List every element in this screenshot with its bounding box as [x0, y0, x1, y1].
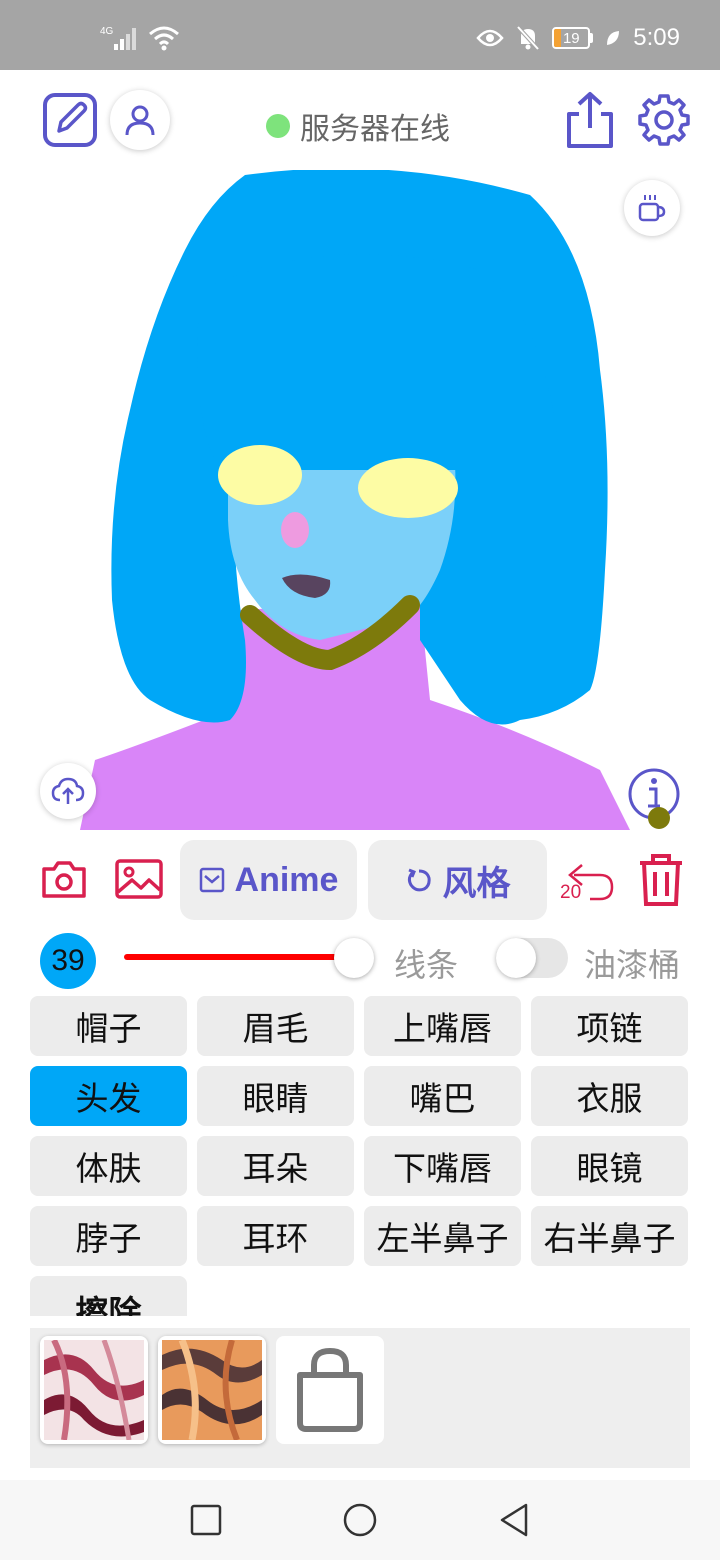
recents-button[interactable]	[186, 1500, 226, 1540]
camera-icon	[42, 861, 86, 898]
part-button[interactable]: 擦除	[30, 1276, 187, 1316]
part-button[interactable]: 脖子	[30, 1206, 187, 1266]
square-icon	[190, 1504, 222, 1536]
part-button[interactable]: 眉毛	[197, 996, 354, 1056]
coffee-icon	[638, 195, 666, 222]
part-button[interactable]: 眼睛	[197, 1066, 354, 1126]
edit-button[interactable]	[40, 90, 100, 150]
camera-button[interactable]	[38, 854, 90, 904]
user-icon	[125, 105, 155, 136]
part-button[interactable]: 头发	[30, 1066, 187, 1126]
part-button[interactable]: 左半鼻子	[364, 1206, 521, 1266]
status-time: 5:09	[633, 24, 680, 51]
part-button[interactable]: 帽子	[30, 996, 187, 1056]
part-button[interactable]: 下嘴唇	[364, 1136, 521, 1196]
profile-button[interactable]	[110, 90, 170, 150]
battery-indicator: 19	[552, 27, 594, 49]
drawing-cheek	[281, 512, 309, 548]
circle-icon	[343, 1503, 377, 1537]
model-select-button[interactable]: Anime	[180, 840, 357, 920]
triangle-back-icon	[500, 1503, 528, 1537]
status-left: 4G	[100, 24, 180, 52]
eye-icon	[476, 29, 504, 47]
wifi-icon	[149, 26, 179, 51]
network-type-label: 4G	[100, 26, 114, 37]
part-button[interactable]: 眼镜	[531, 1136, 688, 1196]
battery-level: 19	[562, 29, 580, 47]
shopping-bag-icon	[297, 1347, 363, 1432]
back-button[interactable]	[494, 1500, 534, 1540]
style-thumbnails	[30, 1328, 690, 1468]
tool-row: Anime 风格 20	[0, 838, 720, 922]
status-right: 19 5:09	[476, 24, 680, 52]
part-button[interactable]: 项链	[531, 996, 688, 1056]
cursor-dot	[648, 807, 670, 829]
top-toolbar: 服务器在线	[0, 70, 720, 170]
undo-count: 20	[560, 882, 582, 903]
part-button[interactable]: 嘴巴	[364, 1066, 521, 1126]
store-button[interactable]	[276, 1336, 384, 1444]
image-icon	[115, 859, 163, 899]
edit-icon	[43, 93, 97, 147]
settings-button[interactable]	[634, 90, 694, 150]
server-status-label: 服务器在线	[300, 112, 450, 147]
line-mode-label: 线条	[394, 946, 459, 984]
part-button[interactable]: 上嘴唇	[364, 996, 521, 1056]
brush-size-badge: 39	[40, 933, 96, 989]
share-button[interactable]	[564, 88, 616, 152]
share-icon	[567, 92, 613, 148]
brush-size-track[interactable]	[124, 954, 354, 960]
style-thumbnail-2-image	[162, 1340, 262, 1440]
trash-icon	[640, 854, 682, 906]
model-label: Anime	[234, 860, 339, 899]
rotate-icon	[407, 868, 431, 892]
style-thumbnail-1[interactable]	[40, 1336, 148, 1444]
upload-button[interactable]	[40, 763, 96, 819]
toggle-knob	[496, 938, 536, 978]
paint-bucket-toggle[interactable]	[496, 938, 568, 978]
style-thumbnail-1-image	[44, 1340, 144, 1440]
gear-icon	[638, 94, 690, 146]
delete-button[interactable]	[634, 850, 688, 910]
brush-settings: 39 线条 油漆桶	[0, 928, 720, 992]
email-icon	[199, 867, 224, 893]
part-button[interactable]: 衣服	[531, 1066, 688, 1126]
server-status: 服务器在线	[266, 104, 450, 148]
cell-signal-icon: 4G	[100, 26, 136, 50]
style-button[interactable]: 风格	[368, 840, 547, 920]
part-button[interactable]: 耳朵	[197, 1136, 354, 1196]
cloud-upload-icon	[51, 777, 85, 804]
home-button[interactable]	[340, 1500, 380, 1540]
system-nav-bar	[0, 1480, 720, 1560]
drawing-glasses-left	[218, 445, 302, 505]
drawing-canvas-art	[80, 168, 630, 830]
style-label: 风格	[442, 863, 511, 904]
bell-muted-icon	[516, 25, 540, 51]
status-bar: 4G 19 5:09	[0, 0, 720, 70]
paint-bucket-label: 油漆桶	[584, 946, 681, 984]
leaf-icon	[607, 31, 620, 45]
part-grid: 帽子 眉毛 上嘴唇 项链头发 眼睛 嘴巴 衣服体肤 耳朵 下嘴唇 眼镜脖子 耳环 左半鼻子 右半鼻子擦除	[30, 996, 690, 1316]
coffee-button[interactable]	[624, 180, 680, 236]
part-button[interactable]: 右半鼻子	[531, 1206, 688, 1266]
brush-size-thumb[interactable]	[334, 938, 374, 978]
part-button[interactable]: 体肤	[30, 1136, 187, 1196]
drawing-glasses-right	[358, 458, 458, 518]
drawing-canvas[interactable]	[0, 168, 720, 830]
server-status-dot	[266, 114, 290, 138]
gallery-button[interactable]	[112, 854, 166, 904]
part-button[interactable]: 耳环	[197, 1206, 354, 1266]
style-thumbnail-2[interactable]	[158, 1336, 266, 1444]
